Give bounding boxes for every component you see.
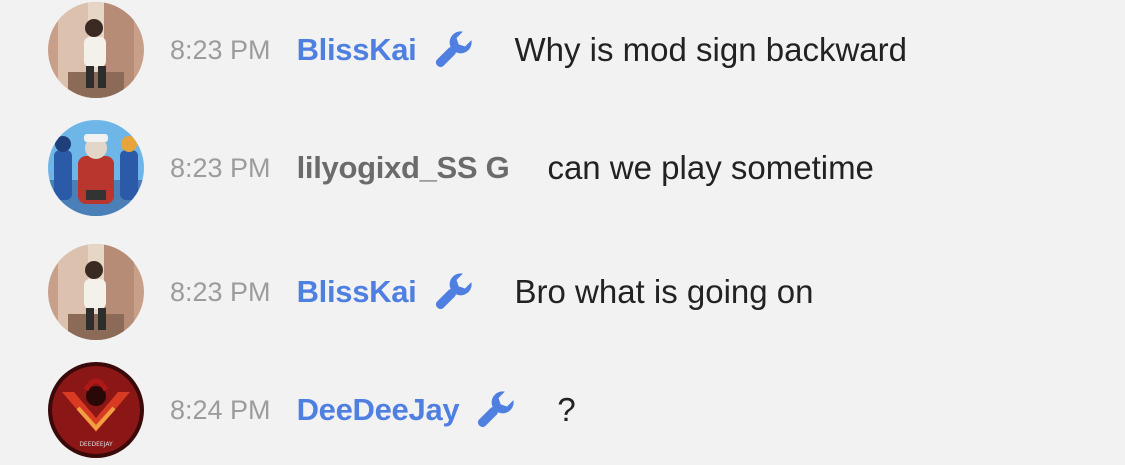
message-text: ? [557, 391, 576, 428]
message-timestamp: 8:23 PM [170, 152, 271, 183]
message-timestamp: 8:23 PM [170, 276, 271, 307]
chat-message-list[interactable]: 8:23 PM BlissKai Why is mod sign backwar… [0, 0, 1125, 465]
username[interactable]: lilyogixd_SS G [297, 150, 510, 186]
message-text: can we play sometime [547, 149, 874, 186]
message-text: Why is mod sign backward [514, 31, 907, 68]
wrench-icon [429, 268, 477, 316]
avatar[interactable]: DEEDEEJAY [48, 362, 144, 458]
avatar-logo-text: DEEDEEJAY [79, 441, 113, 448]
message-timestamp: 8:23 PM [170, 34, 271, 65]
chat-message: 8:23 PM lilyogixd_SS G can we play somet… [0, 118, 1125, 218]
avatar-image-blisskai [48, 244, 144, 340]
username[interactable]: DeeDeeJay [297, 392, 460, 428]
avatar-image-lilyogixd [48, 120, 144, 216]
username[interactable]: BlissKai [297, 32, 417, 68]
avatar[interactable] [48, 244, 144, 340]
avatar-image-blisskai [48, 2, 144, 98]
avatar[interactable] [48, 120, 144, 216]
message-text: Bro what is going on [514, 273, 814, 310]
chat-message: 8:23 PM BlissKai Bro what is going on [0, 242, 1125, 342]
avatar[interactable] [48, 2, 144, 98]
message-timestamp: 8:24 PM [170, 394, 271, 425]
username[interactable]: BlissKai [297, 274, 417, 310]
chat-message: DEEDEEJAY 8:24 PM DeeDeeJay ? [0, 360, 1125, 460]
chat-message: 8:23 PM BlissKai Why is mod sign backwar… [0, 0, 1125, 100]
avatar-image-deedeejay: DEEDEEJAY [48, 362, 144, 458]
wrench-icon [471, 386, 519, 434]
wrench-icon [429, 26, 477, 74]
